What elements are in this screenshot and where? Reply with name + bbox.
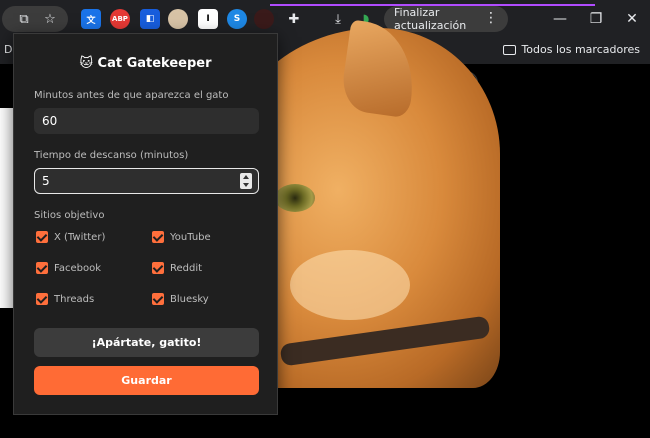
checkbox-checked-icon[interactable] (152, 293, 164, 305)
site-label: Reddit (170, 262, 203, 274)
all-bookmarks-button[interactable]: Todos los marcadores (503, 43, 640, 56)
adblock-icon[interactable]: ABP (110, 9, 130, 29)
site-checkbox-facebook[interactable]: Facebook (36, 262, 101, 274)
cat-eye (275, 184, 315, 212)
instapaper-icon[interactable]: I (198, 9, 218, 29)
site-label: Bluesky (170, 293, 209, 305)
checkbox-checked-icon[interactable] (152, 262, 164, 274)
cat-muzzle (290, 250, 410, 320)
save-button[interactable]: Guardar (34, 366, 259, 395)
site-label: Threads (54, 293, 95, 305)
menu-dots-icon[interactable]: ⋮ (484, 10, 498, 26)
site-checkbox-twitter[interactable]: X (Twitter) (36, 231, 105, 243)
site-checkbox-threads[interactable]: Threads (36, 293, 94, 305)
target-sites-label: Sitios objetivo (34, 210, 105, 221)
site-label: Facebook (54, 262, 101, 274)
minutes-value: 60 (42, 114, 58, 128)
rest-time-label: Tiempo de descanso (minutos) (34, 150, 189, 161)
all-bookmarks-label: Todos los marcadores (521, 43, 640, 56)
update-button[interactable]: Finalizar actualización ⋮ (384, 6, 508, 32)
download-icon[interactable]: ⤓ (328, 9, 348, 29)
site-checkbox-reddit[interactable]: Reddit (152, 262, 202, 274)
shazam-icon[interactable]: S (227, 9, 247, 29)
cat-extension-icon[interactable] (254, 9, 274, 29)
site-checkbox-youtube[interactable]: YouTube (152, 231, 211, 243)
site-label: X (Twitter) (54, 231, 106, 243)
translate-icon[interactable]: 文 (81, 9, 101, 29)
cat-gatekeeper-popup: 🐱 Cat Gatekeeper Minutos antes de que ap… (13, 33, 278, 415)
site-checkbox-bluesky[interactable]: Bluesky (152, 293, 209, 305)
avatar-icon[interactable] (168, 9, 188, 29)
install-icon[interactable]: ⧉ (14, 9, 34, 29)
dismiss-cat-button[interactable]: ¡Apártate, gatito! (34, 328, 259, 357)
bitwarden-icon[interactable]: ◧ (140, 9, 160, 29)
site-label: YouTube (170, 231, 211, 243)
checkbox-checked-icon[interactable] (152, 231, 164, 243)
restore-icon[interactable]: ❐ (586, 9, 606, 29)
stepper-icon[interactable] (240, 173, 252, 189)
checkbox-checked-icon[interactable] (36, 293, 48, 305)
folder-icon (503, 44, 517, 55)
page-left-strip (0, 108, 14, 308)
minutes-label: Minutos antes de que aparezca el gato (34, 90, 229, 101)
rest-time-value: 5 (42, 174, 50, 188)
minimize-icon[interactable]: — (550, 9, 570, 29)
star-icon[interactable]: ☆ (40, 9, 60, 29)
rest-time-input[interactable]: 5 (34, 168, 259, 194)
checkbox-checked-icon[interactable] (36, 231, 48, 243)
minutes-input[interactable]: 60 (34, 108, 259, 134)
puzzle-icon[interactable]: ✚ (284, 9, 304, 29)
close-icon[interactable]: ✕ (622, 9, 642, 29)
popup-title: 🐱 Cat Gatekeeper (79, 56, 212, 71)
checkbox-checked-icon[interactable] (36, 262, 48, 274)
